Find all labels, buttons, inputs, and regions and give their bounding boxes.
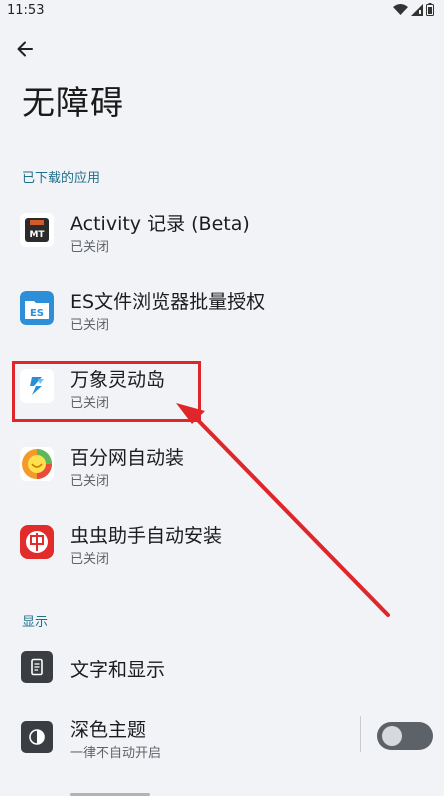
back-button[interactable] — [8, 32, 42, 66]
list-item-status: 已关闭 — [70, 552, 110, 567]
dark-theme-icon — [21, 721, 53, 753]
divider — [360, 716, 361, 752]
list-item-chongchong[interactable]: 虫虫助手自动安装 已关闭 — [0, 507, 444, 581]
section-header-downloaded-apps: 已下载的应用 — [22, 171, 101, 186]
list-item-title: ES文件浏览器批量授权 — [70, 291, 266, 313]
list-item-title: 深色主题 — [70, 719, 147, 741]
svg-text:MT: MT — [29, 230, 45, 240]
es-file-explorer-icon: ES — [20, 291, 54, 325]
chongchong-icon — [20, 525, 54, 559]
page-title: 无障碍 — [22, 83, 124, 122]
status-bar: 11:53 — [0, 0, 444, 22]
list-item-status: 已关闭 — [70, 240, 110, 255]
list-item-baifenwang[interactable]: 百分网自动装 已关闭 — [0, 429, 444, 503]
battery-icon — [426, 3, 434, 16]
cell-signal-icon — [411, 3, 423, 16]
list-item-text-display[interactable]: 文字和显示 — [0, 631, 444, 705]
mt-app-icon: MT — [20, 213, 54, 247]
list-item-status: 已关闭 — [70, 318, 110, 333]
svg-text:ES: ES — [30, 308, 44, 319]
list-item-title: 文字和显示 — [70, 659, 166, 681]
text-display-icon — [21, 651, 53, 683]
dark-theme-toggle[interactable] — [377, 722, 433, 750]
list-item-activity-log[interactable]: MT Activity 记录 (Beta) 已关闭 — [0, 195, 444, 269]
arrow-back-icon — [17, 41, 33, 57]
baifenwang-icon — [20, 447, 54, 481]
list-item-es-file-explorer[interactable]: ES ES文件浏览器批量授权 已关闭 — [0, 273, 444, 347]
list-item-status: 已关闭 — [70, 474, 110, 489]
wifi-icon — [393, 3, 408, 15]
list-item-dark-theme[interactable]: 深色主题 一律不自动开启 — [0, 701, 444, 775]
toggle-knob — [382, 726, 402, 746]
list-item-title: 百分网自动装 — [70, 447, 185, 469]
cut-off-list-item — [70, 788, 150, 796]
status-icons — [393, 3, 434, 16]
list-item-title: 虫虫助手自动安装 — [70, 525, 223, 547]
annotation-highlight-box — [12, 361, 201, 422]
list-item-status: 一律不自动开启 — [70, 746, 162, 761]
status-time: 11:53 — [7, 3, 45, 18]
list-item-title: Activity 记录 (Beta) — [70, 213, 250, 235]
section-header-display: 显示 — [22, 615, 49, 630]
